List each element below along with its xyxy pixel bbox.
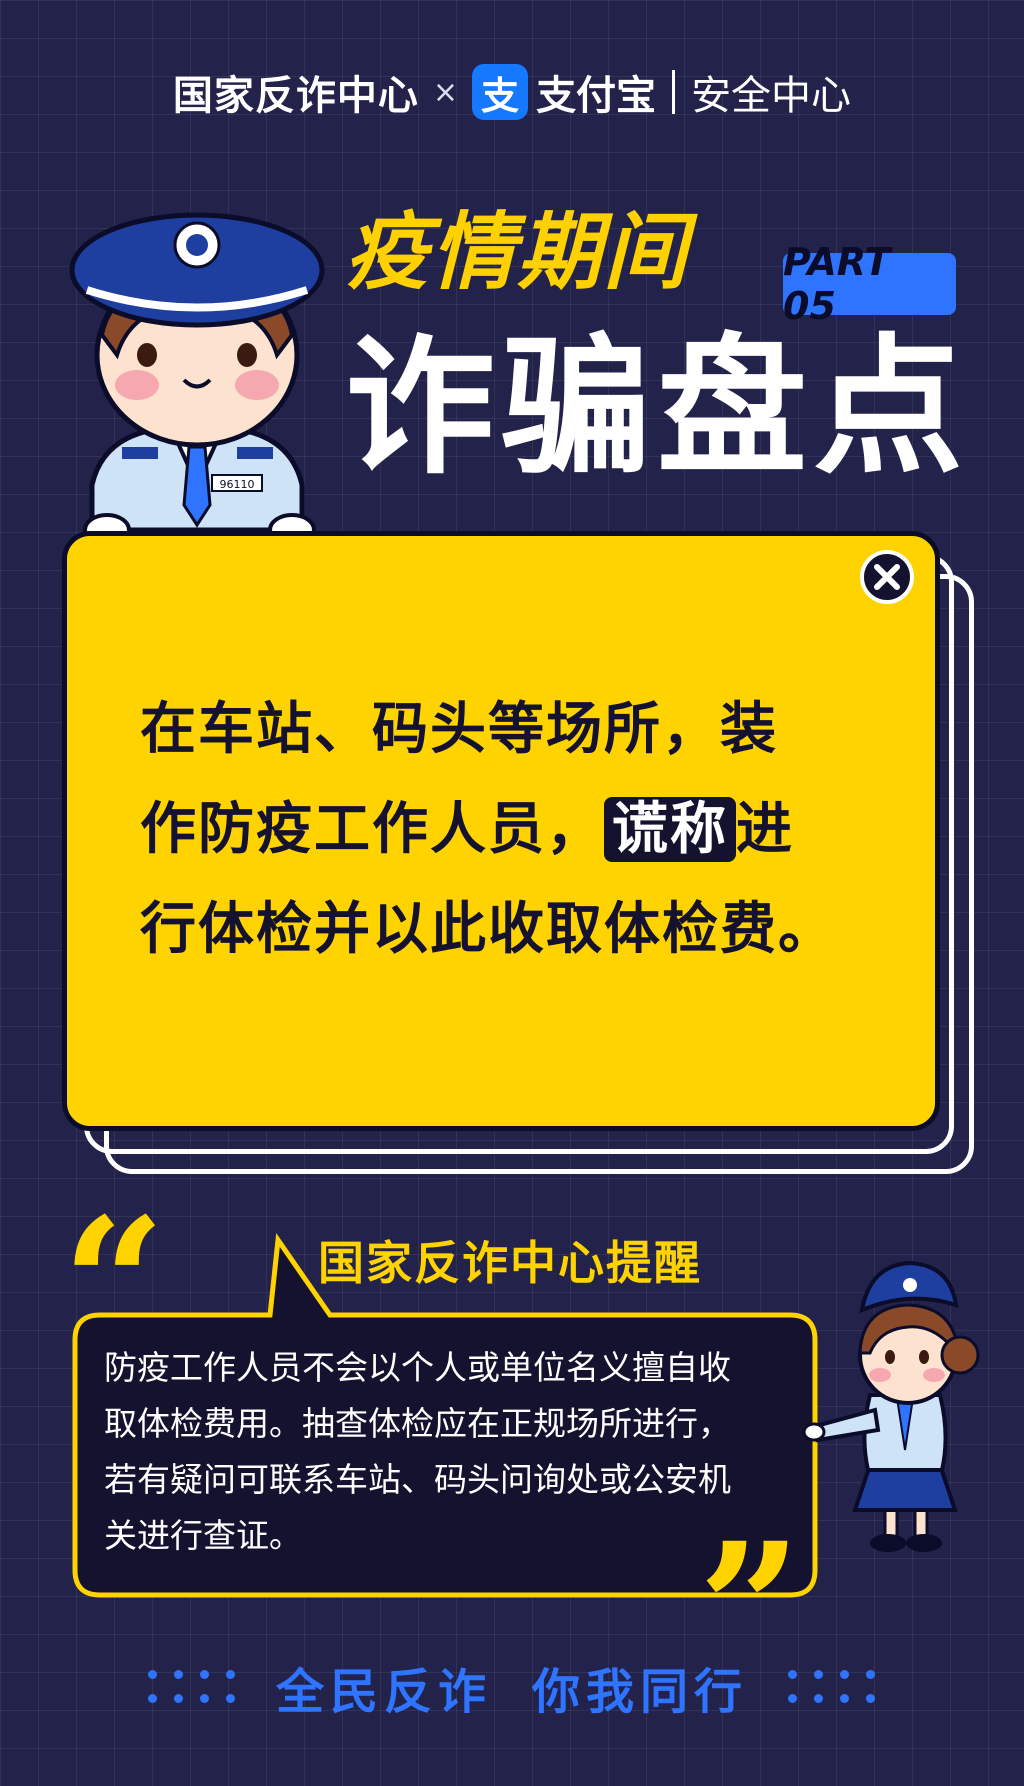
scam-line-2-post: 进 [736,797,794,862]
scam-description: 在车站、码头等场所，装 作防疫工作人员， 谎称进 行体检并以此收取体检费。 [140,680,900,980]
slogan-right: 你我同行 [532,1664,749,1720]
header-divider [672,70,676,114]
police-officer-illustration: 96110 [69,212,325,545]
subtitle: 疫情期间 [345,203,690,301]
scam-line-3: 行体检并以此收取体检费。 [140,897,836,962]
decorative-dots [147,1670,236,1704]
close-icon[interactable] [858,548,916,606]
highlight-word: 谎称 [604,797,736,862]
main-title: 诈骗盘点 [345,321,970,495]
alipay-name: 支付宝 [536,73,657,119]
times-sign: × [432,74,459,110]
scam-line-1: 在车站、码头等场所，装 [140,697,778,762]
security-center-name: 安全中心 [691,73,852,119]
slogan: 全民反诈 你我同行 [0,1652,1024,1722]
part-badge: PART 05 [783,240,956,328]
slogan-left: 全民反诈 [275,1664,492,1720]
header: 国家反诈中心 × 支 支付宝 安全中心 [0,60,1024,124]
scam-line-2: 作防疫工作人员， 谎称进 [140,780,900,880]
anti-fraud-center-name: 国家反诈中心 [172,73,419,119]
decorative-dots [788,1670,876,1704]
reminder-body: 防疫工作人员不会以个人或单位名义擅自收取体检费用。抽查体检应在正规场所进行，若有… [104,1348,731,1555]
scam-line-2-pre: 作防疫工作人员， [140,797,604,862]
alipay-logo-icon: 支 [472,64,529,120]
reminder-title: 国家反诈中心提醒 [318,1236,702,1290]
female-officer-illustration [802,1260,980,1552]
officer-badge-number: 96110 [220,478,255,491]
